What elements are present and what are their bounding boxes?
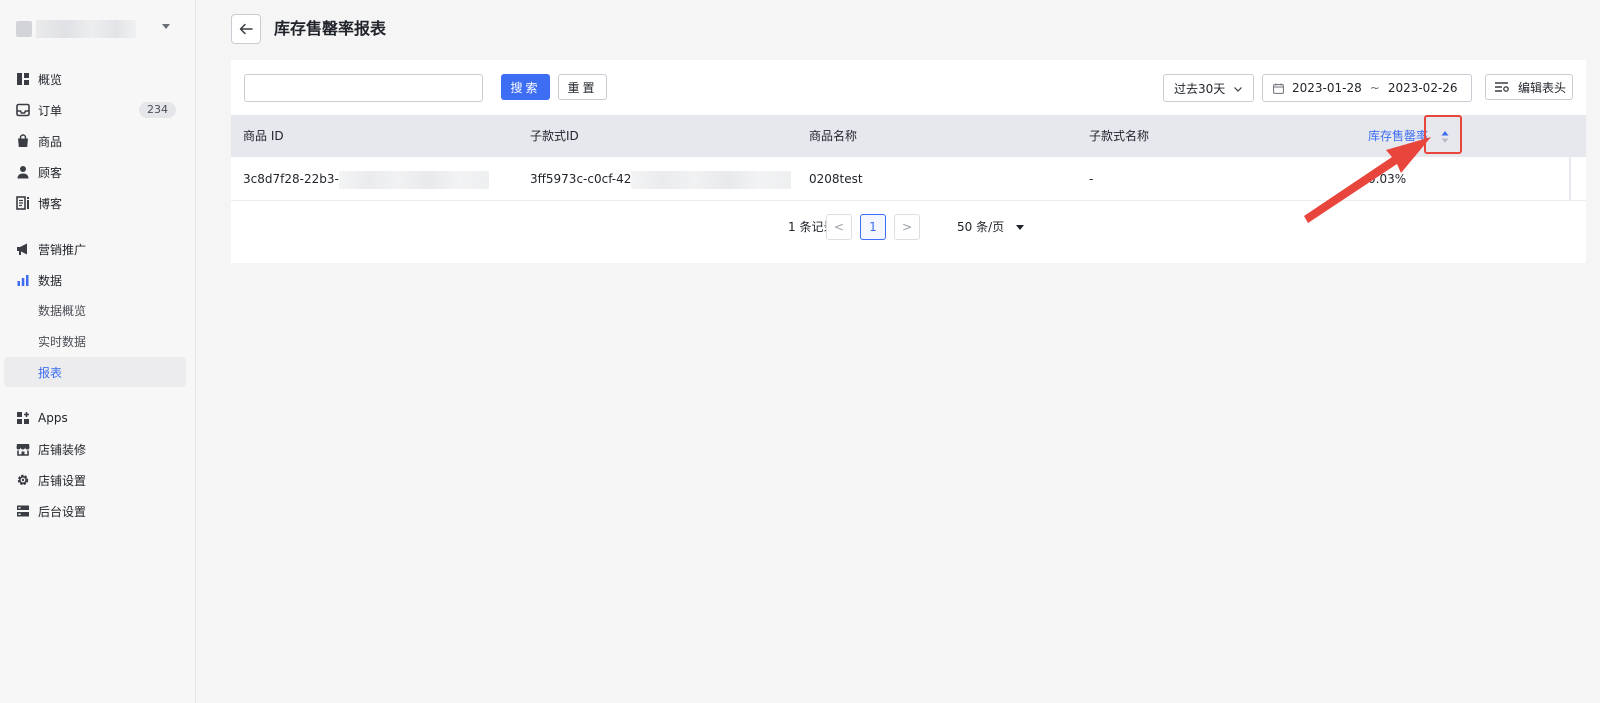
nav-item-blog[interactable]: 博客 [4,188,186,218]
store-name-redacted [36,20,136,38]
inbox-icon [16,103,30,117]
table-row[interactable]: 3c8d7f28-22b3- 3ff5973c-c0cf-42 0208test… [231,157,1586,201]
edit-table-header-button[interactable]: 编辑表头 [1485,74,1573,100]
nav-label: 店铺装修 [38,442,87,457]
arrow-left-icon [239,22,253,36]
date-range-picker[interactable]: 2023-01-28 ~ 2023-02-26 [1262,74,1472,102]
nav-label: 订单 [38,103,63,118]
column-header-product-id: 商品 ID [243,129,284,143]
column-header-variant-id: 子款式ID [530,129,579,143]
next-page-button[interactable]: > [894,214,920,240]
chevron-down-icon [1233,83,1243,97]
cell-sell-through-rate: 0.03% [1368,172,1407,186]
bar-chart-icon [16,273,30,287]
settings-list-icon [1494,81,1510,93]
pagination: 1 条记录 < 1 > 50 条/页 [231,214,1586,240]
caret-down-icon [162,24,170,29]
date-range-preset-select[interactable]: 过去30天 [1163,74,1254,102]
cell-variant-name: - [1089,172,1094,186]
nav-label: 概览 [38,72,63,87]
back-button[interactable] [231,14,261,44]
megaphone-icon [16,242,30,256]
nav-item-store-settings[interactable]: 店铺设置 [4,465,186,495]
caret-down-icon [1016,224,1025,230]
nav-item-products[interactable]: 商品 [4,126,186,156]
nav-label: 商品 [38,134,63,149]
page-size-select[interactable]: 50 条/页 [957,214,1025,240]
sub-item-realtime-data[interactable]: 实时数据 [4,326,186,356]
search-button[interactable]: 搜索 [501,74,550,100]
table-scroll-edge [1569,157,1571,201]
report-card: 搜索 重置 过去30天 2023-01-28 ~ 2023-02-26 编辑表头… [231,60,1586,263]
variant-id-text: 3ff5973c-c0cf-42 [530,172,632,186]
calendar-icon [1273,83,1284,94]
shopping-bag-icon [16,134,30,148]
person-icon [16,165,30,179]
page-size-value: 50 条/页 [957,220,1005,234]
nav-label: 数据 [38,273,63,288]
nav-label: 店铺设置 [38,473,87,488]
column-header-product-name: 商品名称 [809,129,858,143]
prev-page-button[interactable]: < [826,214,852,240]
sub-item-data-overview[interactable]: 数据概览 [4,295,186,325]
nav-label: 后台设置 [38,504,87,519]
gear-icon [16,473,30,487]
nav-item-data[interactable]: 数据 [4,265,186,295]
reset-button[interactable]: 重置 [558,74,607,100]
cell-product-id: 3c8d7f28-22b3- [243,157,489,201]
nav-item-marketing[interactable]: 营销推广 [4,234,186,264]
redacted-blur [338,170,489,189]
store-logo [16,21,32,37]
apps-icon [16,411,30,425]
cell-variant-id: 3ff5973c-c0cf-42 [530,157,792,201]
search-input[interactable] [244,74,483,102]
cell-product-name: 0208test [809,172,863,186]
page-title: 库存售罄率报表 [274,19,387,38]
redacted-blur [631,170,792,189]
table-header: 商品 ID 子款式ID 商品名称 子款式名称 库存售罄率 [231,115,1586,157]
product-id-text: 3c8d7f28-22b3- [243,172,339,186]
column-header-variant-name: 子款式名称 [1089,129,1150,143]
page-button-1[interactable]: 1 [860,214,886,240]
date-separator: ~ [1369,81,1380,95]
date-end[interactable]: 2023-02-26 [1388,81,1458,95]
annotation-highlight-box [1424,115,1462,154]
range-select-value: 过去30天 [1174,81,1226,96]
storefront-icon [16,442,30,456]
store-switcher[interactable] [16,16,184,42]
nav-item-store-design[interactable]: 店铺装修 [4,434,186,464]
column-header-sell-through-rate[interactable]: 库存售罄率 [1368,115,1428,157]
edit-header-label: 编辑表头 [1518,80,1567,95]
date-start[interactable]: 2023-01-28 [1292,81,1362,95]
nav-item-overview[interactable]: 概览 [4,64,186,94]
nav-item-admin-settings[interactable]: 后台设置 [4,496,186,526]
nav-label: 顾客 [38,165,63,180]
nav-item-apps[interactable]: Apps [4,403,186,433]
nav-item-orders[interactable]: 订单 234 [4,95,186,125]
nav-label: 博客 [38,196,63,211]
orders-count-badge: 234 [139,102,176,118]
sidebar: 概览 订单 234 商品 顾客 博客 营销推广 数据 数据概览 实时数据 报表 … [0,0,196,703]
nav-label: 营销推广 [38,242,87,257]
sub-item-reports[interactable]: 报表 [4,357,186,387]
dashboard-icon [16,72,30,86]
nav-item-customers[interactable]: 顾客 [4,157,186,187]
blog-icon [16,196,30,210]
server-icon [16,504,30,518]
nav-label: Apps [38,411,68,425]
